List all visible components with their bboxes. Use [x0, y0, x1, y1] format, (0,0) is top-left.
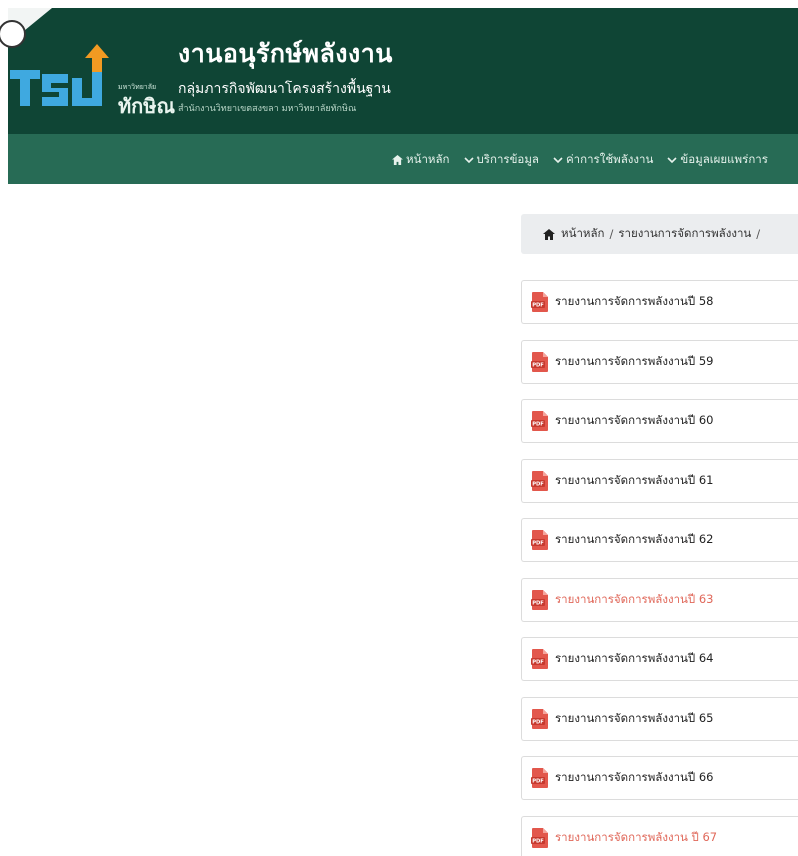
list-item[interactable]: PDF รายงานการจัดการพลังงานปี 61	[521, 458, 798, 503]
nav-item-energy-usage[interactable]: ค่าการใช้พลังงาน	[553, 151, 653, 169]
list-item[interactable]: PDF รายงานการจัดการพลังงานปี 66	[521, 756, 798, 800]
list-item[interactable]: PDF รายงานการจัดการพลังงานปี 65	[521, 696, 798, 741]
nav-menu: หน้าหลัก บริการข้อมูล ค่าการใช้พลังงาน ข…	[392, 151, 782, 169]
svg-text:PDF: PDF	[532, 779, 544, 785]
nav-item-services[interactable]: บริการข้อมูล	[463, 151, 539, 169]
nav-item-label: บริการข้อมูล	[476, 152, 539, 166]
page-title: งานอนุรักษ์พลังงาน	[178, 39, 393, 68]
svg-text:PDF: PDF	[532, 660, 544, 666]
list-item[interactable]: PDF รายงานการจัดการพลังงานปี 58	[521, 280, 798, 324]
report-link: รายงานการจัดการพลังงานปี 58	[555, 294, 714, 308]
pdf-file-icon: PDF	[531, 827, 548, 848]
report-link: รายงานการจัดการพลังงานปี 64	[555, 651, 714, 665]
svg-text:PDF: PDF	[532, 362, 544, 368]
list-item[interactable]: PDF รายงานการจัดการพลังงาน ปี 67	[521, 815, 798, 856]
pdf-file-icon: PDF	[531, 292, 548, 312]
report-link: รายงานการจัดการพลังงานปี 61	[555, 472, 714, 487]
list-item[interactable]: PDF รายงานการจัดการพลังงานปี 62	[521, 518, 798, 562]
breadcrumb-current[interactable]: รายงานการจัดการพลังงาน	[618, 225, 751, 243]
logo-big-text: ทักษิณ	[118, 94, 176, 118]
report-link: รายงานการจัดการพลังงานปี 63	[555, 591, 714, 606]
svg-text:PDF: PDF	[532, 481, 544, 487]
report-link: รายงานการจัดการพลังงานปี 62	[555, 532, 714, 546]
nav-item-publications[interactable]: ข้อมูลเผยแพร่การ	[667, 151, 768, 169]
chevron-down-icon	[553, 156, 563, 163]
nav-item-home[interactable]: หน้าหลัก	[392, 151, 450, 169]
pdf-file-icon: PDF	[531, 411, 548, 431]
breadcrumb-separator: /	[609, 227, 614, 241]
report-link: รายงานการจัดการพลังงานปี 60	[555, 413, 714, 427]
nav-item-label: ข้อมูลเผยแพร่การ	[680, 152, 768, 166]
svg-text:PDF: PDF	[532, 422, 544, 428]
pdf-file-icon: PDF	[531, 351, 548, 372]
breadcrumb-separator: /	[756, 227, 761, 241]
pdf-file-icon: PDF	[531, 768, 548, 788]
report-list: PDF รายงานการจัดการพลังงานปี 58 PDF รายง…	[521, 280, 798, 856]
svg-text:PDF: PDF	[532, 719, 544, 725]
report-link: รายงานการจัดการพลังงาน ปี 67	[555, 829, 718, 844]
main-navbar: หน้าหลัก บริการข้อมูล ค่าการใช้พลังงาน ข…	[8, 134, 798, 184]
svg-text:PDF: PDF	[532, 838, 544, 844]
report-link: รายงานการจัดการพลังงานปี 65	[555, 710, 714, 725]
svg-text:PDF: PDF	[532, 541, 544, 547]
chevron-down-icon	[463, 156, 474, 163]
pdf-file-icon: PDF	[531, 470, 548, 491]
list-item[interactable]: PDF รายงานการจัดการพลังงานปี 59	[521, 339, 798, 384]
home-icon	[392, 155, 403, 165]
pdf-file-icon: PDF	[531, 649, 548, 669]
breadcrumb: หน้าหลัก / รายงานการจัดการพลังงาน /	[521, 214, 798, 254]
pdf-file-icon: PDF	[531, 708, 548, 729]
list-item[interactable]: PDF รายงานการจัดการพลังงานปี 64	[521, 637, 798, 681]
header-subtitle-secondary: สำนักงานวิทยาเขตสงขลา มหาวิทยาลัยทักษิณ	[178, 104, 357, 114]
tsu-logo[interactable]: มหาวิทยาลัย ทักษิณ	[8, 38, 178, 118]
svg-text:PDF: PDF	[532, 600, 544, 606]
pdf-file-icon: PDF	[531, 589, 548, 610]
header-titles: งานอนุรักษ์พลังงาน กลุ่มภารกิจพัฒนาโครงส…	[178, 34, 393, 115]
site-header: มหาวิทยาลัย ทักษิณ งานอนุรักษ์พลังงาน กล…	[0, 8, 798, 134]
report-link: รายงานการจัดการพลังงานปี 59	[555, 353, 714, 368]
home-icon	[543, 228, 555, 240]
breadcrumb-home[interactable]: หน้าหลัก	[561, 225, 605, 243]
nav-item-label: ค่าการใช้พลังงาน	[565, 152, 654, 166]
chevron-down-icon	[667, 156, 677, 163]
pdf-file-icon: PDF	[531, 530, 548, 550]
header-subtitle: กลุ่มภารกิจพัฒนาโครงสร้างพื้นฐาน	[178, 81, 391, 97]
tsu-logo-icon	[10, 44, 109, 106]
report-link: รายงานการจัดการพลังงานปี 66	[555, 770, 714, 784]
list-item[interactable]: PDF รายงานการจัดการพลังงานปี 63	[521, 577, 798, 622]
nav-item-label: หน้าหลัก	[406, 152, 450, 166]
svg-text:PDF: PDF	[532, 303, 544, 309]
list-item[interactable]: PDF รายงานการจัดการพลังงานปี 60	[521, 399, 798, 443]
